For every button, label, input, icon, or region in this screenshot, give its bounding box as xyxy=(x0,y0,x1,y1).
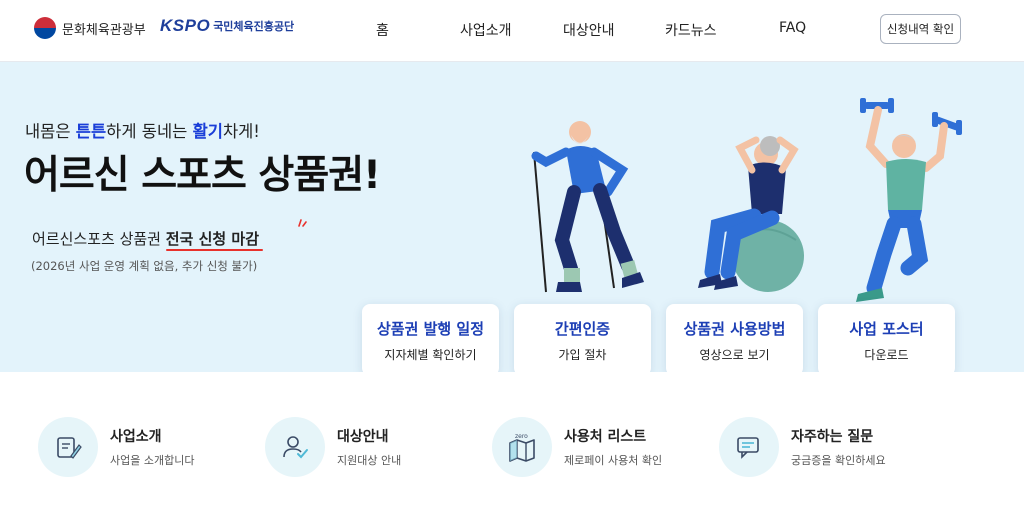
hero-subnotice: (2026년 사업 운영 계획 없음, 추가 신청 불가) xyxy=(31,259,258,273)
card-subtitle: 가입 절차 xyxy=(558,348,607,362)
quick-link-target[interactable]: 대상안내 지원대상 안내 xyxy=(265,415,401,479)
quick-link-store-list[interactable]: zero 사용처 리스트 제로페이 사용처 확인 xyxy=(492,415,662,479)
user-check-icon xyxy=(265,417,325,477)
card-subtitle: 지자체별 확인하기 xyxy=(384,348,477,362)
card-title: 간편인증 xyxy=(554,320,611,338)
card-issue-schedule[interactable]: 상품권 발행 일정 지자체별 확인하기 xyxy=(362,304,499,372)
nordic-walker-illustration xyxy=(531,121,644,293)
quick-link-title: 자주하는 질문 xyxy=(791,429,874,445)
nav-about[interactable]: 사업소개 xyxy=(460,20,512,40)
quick-link-desc: 지원대상 안내 xyxy=(337,454,402,467)
nav-home[interactable]: 홈 xyxy=(376,20,389,40)
quick-link-title: 사업소개 xyxy=(110,429,162,445)
zero-map-icon: zero xyxy=(492,417,552,477)
quick-link-desc: 궁금증을 확인하세요 xyxy=(791,454,886,467)
tagline-highlight: 활기 xyxy=(192,122,223,141)
quick-link-title: 대상안내 xyxy=(337,429,389,445)
check-application-button[interactable]: 신청내역 확인 xyxy=(880,14,961,44)
card-title: 사업 포스터 xyxy=(849,320,924,338)
tagline-part: 차게! xyxy=(222,122,260,141)
ball-exercise-illustration xyxy=(698,136,804,292)
hero-tagline: 내몸은 튼튼하게 동네는 활기차게! xyxy=(25,118,260,142)
quick-link-desc: 사업을 소개합니다 xyxy=(110,454,195,467)
notice-text: 어르신스포츠 상품권 xyxy=(32,230,166,248)
quick-link-about[interactable]: 사업소개 사업을 소개합니다 xyxy=(38,415,194,479)
card-usage-guide[interactable]: 상품권 사용방법 영상으로 보기 xyxy=(666,304,803,372)
nav-cardnews[interactable]: 카드뉴스 xyxy=(665,20,717,40)
hero-notice: 어르신스포츠 상품권 전국 신청 마감 xyxy=(32,228,259,249)
hero-title: 어르신 스포츠 상품권! xyxy=(24,153,381,198)
hero-banner: 내몸은 튼튼하게 동네는 활기차게! 어르신 스포츠 상품권! 어르신스포츠 상… xyxy=(0,62,1024,372)
chat-bubble-icon xyxy=(719,417,779,477)
card-subtitle: 다운로드 xyxy=(864,348,909,362)
main-nav: 홈 사업소개 대상안내 카드뉴스 FAQ xyxy=(0,20,1024,40)
dumbbell-man-illustration xyxy=(856,98,962,302)
quick-link-title: 사용처 리스트 xyxy=(564,429,647,445)
spark-icon xyxy=(298,219,307,227)
card-subtitle: 영상으로 보기 xyxy=(699,348,770,362)
quick-link-desc: 제로페이 사용처 확인 xyxy=(564,454,663,467)
tagline-part: 하게 동네는 xyxy=(106,122,193,141)
nav-target[interactable]: 대상안내 xyxy=(563,20,615,40)
notice-emphasis: 전국 신청 마감 xyxy=(165,230,259,248)
card-poster-download[interactable]: 사업 포스터 다운로드 xyxy=(818,304,955,372)
zero-icon-label: zero xyxy=(515,433,528,440)
site-header: 문화체육관광부 KSPO 국민체육진흥공단 홈 사업소개 대상안내 카드뉴스 F… xyxy=(0,0,1024,62)
document-pen-icon xyxy=(38,417,98,477)
tagline-highlight: 튼튼 xyxy=(75,122,107,141)
quick-link-faq[interactable]: 자주하는 질문 궁금증을 확인하세요 xyxy=(719,415,886,479)
tagline-part: 내몸은 xyxy=(25,122,76,141)
card-title: 상품권 사용방법 xyxy=(683,320,786,338)
nav-faq[interactable]: FAQ xyxy=(779,20,806,36)
card-title: 상품권 발행 일정 xyxy=(376,320,485,338)
card-simple-auth[interactable]: 간편인증 가입 절차 xyxy=(514,304,651,372)
